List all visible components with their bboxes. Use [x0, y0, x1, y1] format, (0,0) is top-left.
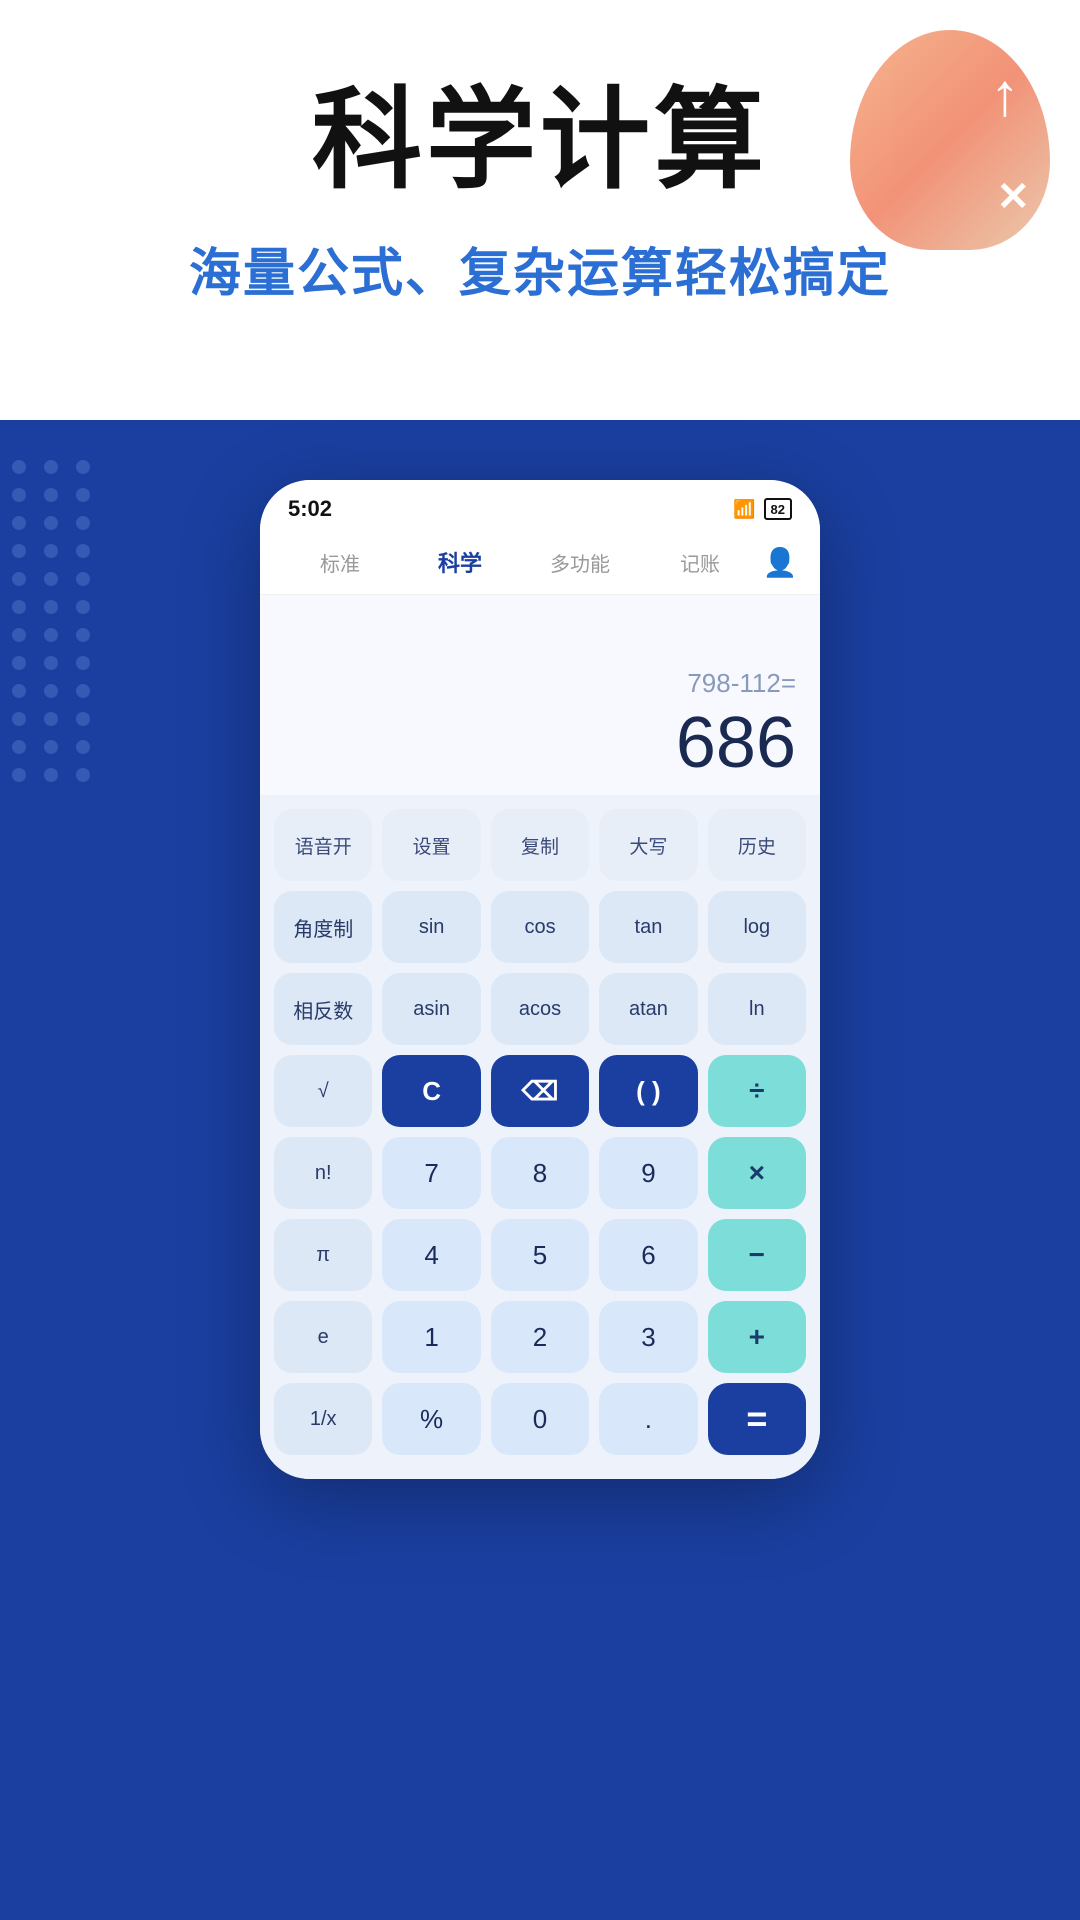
deco-hand [850, 30, 1050, 250]
key-_[interactable]: ÷ [708, 1055, 806, 1127]
tab-profile[interactable]: 👤 [760, 546, 800, 579]
key-_[interactable]: − [708, 1219, 806, 1291]
status-bar: 5:02 📶 82 [260, 480, 820, 530]
key-_[interactable]: + [708, 1301, 806, 1373]
key-asin[interactable]: asin [382, 973, 480, 1045]
key-_[interactable]: ⌫ [491, 1055, 589, 1127]
key-tan[interactable]: tan [599, 891, 697, 963]
key-_[interactable]: = [708, 1383, 806, 1455]
key-2[interactable]: 2 [491, 1301, 589, 1373]
top-section: 科学计算 海量公式、复杂运算轻松搞定 [0, 0, 1080, 420]
key-9[interactable]: 9 [599, 1137, 697, 1209]
keypad: 语音开设置复制大写历史角度制sincostanlog相反数asinacosata… [260, 795, 820, 1479]
display-expression: 798-112= [284, 668, 796, 699]
key-__[interactable]: 设置 [382, 809, 480, 881]
key-row-7: 1/x%0.= [274, 1383, 806, 1455]
blue-bg: 5:02 📶 82 标准 科学 多功能 记账 👤 798-112= 686 [0, 420, 1080, 1920]
status-icons: 📶 82 [733, 498, 792, 520]
key-e[interactable]: e [274, 1301, 372, 1373]
tab-bookkeep[interactable]: 记账 [640, 542, 760, 583]
key-C[interactable]: C [382, 1055, 480, 1127]
display-result: 686 [284, 707, 796, 779]
key-__[interactable]: 复制 [491, 809, 589, 881]
key-1_x[interactable]: 1/x [274, 1383, 372, 1455]
key-5[interactable]: 5 [491, 1219, 589, 1291]
key-row-0: 语音开设置复制大写历史 [274, 809, 806, 881]
key-row-6: e123+ [274, 1301, 806, 1373]
key-n_[interactable]: n! [274, 1137, 372, 1209]
key-log[interactable]: log [708, 891, 806, 963]
battery-icon: 82 [764, 498, 792, 520]
tab-bar: 标准 科学 多功能 记账 👤 [260, 530, 820, 595]
key-___[interactable]: 语音开 [274, 809, 372, 881]
key-___[interactable]: ( ) [599, 1055, 697, 1127]
dot-decoration [0, 460, 94, 782]
key-6[interactable]: 6 [599, 1219, 697, 1291]
key-_[interactable]: × [708, 1137, 806, 1209]
key-__[interactable]: 历史 [708, 809, 806, 881]
key-_[interactable]: . [599, 1383, 697, 1455]
key-__[interactable]: 大写 [599, 809, 697, 881]
key-___[interactable]: 角度制 [274, 891, 372, 963]
display-area: 798-112= 686 [260, 595, 820, 795]
key-_[interactable]: % [382, 1383, 480, 1455]
sub-title: 海量公式、复杂运算轻松搞定 [60, 231, 1020, 306]
key-0[interactable]: 0 [491, 1383, 589, 1455]
key-_[interactable]: √ [274, 1055, 372, 1127]
key-acos[interactable]: acos [491, 973, 589, 1045]
key-cos[interactable]: cos [491, 891, 589, 963]
key-4[interactable]: 4 [382, 1219, 480, 1291]
key-___[interactable]: 相反数 [274, 973, 372, 1045]
key-3[interactable]: 3 [599, 1301, 697, 1373]
key-row-4: n!789× [274, 1137, 806, 1209]
key-8[interactable]: 8 [491, 1137, 589, 1209]
tab-standard[interactable]: 标准 [280, 542, 400, 583]
key-row-3: √C⌫( )÷ [274, 1055, 806, 1127]
status-time: 5:02 [288, 496, 332, 522]
wifi-icon: 📶 [733, 499, 755, 520]
key-7[interactable]: 7 [382, 1137, 480, 1209]
key-ln[interactable]: ln [708, 973, 806, 1045]
key-sin[interactable]: sin [382, 891, 480, 963]
tab-science[interactable]: 科学 [400, 540, 520, 584]
key-row-1: 角度制sincostanlog [274, 891, 806, 963]
phone-mockup: 5:02 📶 82 标准 科学 多功能 记账 👤 798-112= 686 [260, 480, 820, 1479]
key-row-2: 相反数asinacosatanln [274, 973, 806, 1045]
profile-icon: 👤 [763, 547, 798, 578]
key-_[interactable]: π [274, 1219, 372, 1291]
tab-multi[interactable]: 多功能 [520, 542, 640, 583]
key-1[interactable]: 1 [382, 1301, 480, 1373]
key-row-5: π456− [274, 1219, 806, 1291]
key-atan[interactable]: atan [599, 973, 697, 1045]
